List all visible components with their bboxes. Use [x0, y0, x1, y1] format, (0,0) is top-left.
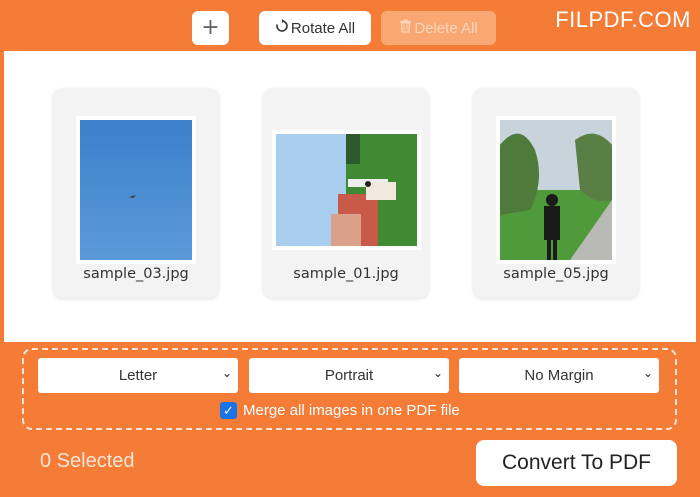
image-card[interactable]: sample_03.jpg: [53, 88, 219, 298]
image-card[interactable]: sample_01.jpg: [263, 88, 429, 298]
page-size-select[interactable]: Letter ⌄: [38, 358, 238, 393]
image-filename: sample_01.jpg: [293, 266, 399, 282]
image-filename: sample_05.jpg: [503, 266, 609, 282]
delete-all-button[interactable]: Delete All: [381, 11, 496, 45]
margin-value: No Margin: [524, 367, 594, 384]
pdf-options-panel: Letter ⌄ Portrait ⌄ No Margin ⌄ ✓ Merge …: [22, 348, 677, 430]
rotate-icon: [275, 19, 289, 37]
merge-option[interactable]: ✓ Merge all images in one PDF file: [220, 402, 460, 419]
chevron-down-icon: ⌄: [642, 366, 653, 380]
image-thumbnail: [76, 116, 196, 264]
image-filename: sample_03.jpg: [83, 266, 189, 282]
image-thumbnail: [271, 130, 421, 250]
convert-to-pdf-button[interactable]: Convert To PDF: [476, 440, 677, 486]
image-card[interactable]: sample_05.jpg: [473, 88, 639, 298]
merge-label: Merge all images in one PDF file: [243, 402, 460, 419]
trash-icon: [399, 19, 412, 37]
chevron-down-icon: ⌄: [221, 366, 232, 380]
delete-all-label: Delete All: [414, 19, 478, 37]
add-image-button[interactable]: +: [192, 11, 229, 45]
orientation-select[interactable]: Portrait ⌄: [249, 358, 449, 393]
rotate-all-button[interactable]: Rotate All: [259, 11, 371, 45]
image-workspace: sample_03.jpg sample_01.jpg sample_05.jp…: [4, 51, 696, 342]
orientation-value: Portrait: [324, 367, 374, 384]
rotate-all-label: Rotate All: [290, 19, 356, 37]
selected-count: 0 Selected: [40, 450, 135, 472]
chevron-down-icon: ⌄: [432, 366, 443, 380]
app: + Rotate All Delete All FILPDF.COM sampl…: [0, 0, 700, 497]
toolbar: + Rotate All Delete All FILPDF.COM: [0, 0, 700, 52]
margin-select[interactable]: No Margin ⌄: [459, 358, 659, 393]
merge-checkbox[interactable]: ✓: [220, 402, 237, 419]
page-size-value: Letter: [118, 367, 158, 384]
image-thumbnail: [496, 116, 616, 264]
brand-logo: FILPDF.COM: [555, 7, 691, 32]
